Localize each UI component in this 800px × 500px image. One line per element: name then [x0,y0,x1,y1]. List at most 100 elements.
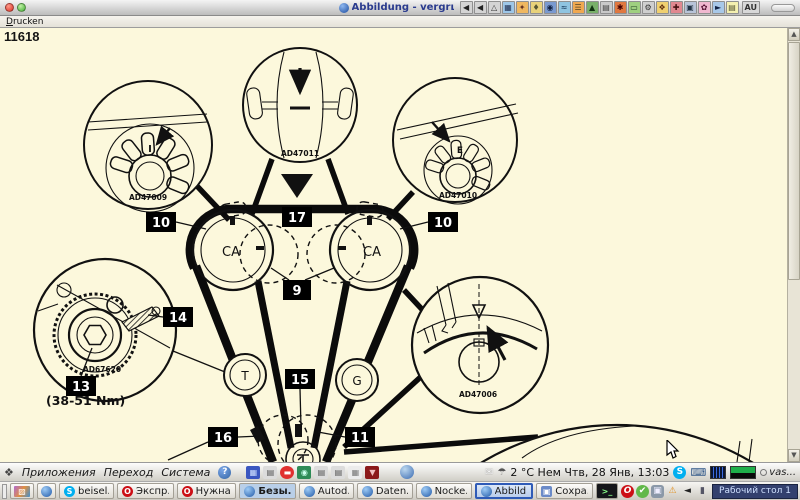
screenshot-launcher-icon[interactable]: ▦ [246,465,261,479]
flame-app-icon[interactable]: ✱ [613,1,627,14]
browser-app-button[interactable] [37,483,56,499]
page-number: 11618 [4,29,40,44]
system-monitor-applet[interactable] [710,465,727,479]
skype-tray-icon[interactable]: S [673,465,687,479]
device-tray-icon[interactable]: ▮ [696,485,709,498]
nav-back-icon[interactable]: ◀ [473,1,487,14]
task-bezy[interactable]: Безы... [239,483,296,499]
vehicle-app-icon[interactable]: ♦ [529,1,543,14]
task-daten[interactable]: Daten... [356,483,413,499]
crank-sprocket [250,414,337,462]
app-icon [338,2,349,13]
fox-app-icon[interactable]: ❖ [655,1,669,14]
printer-launcher-icon[interactable]: ▤ [263,465,278,479]
desktop-screen: Abbildung - vergrцЯеrn ◀◀△▦✦♦◉≈☰▲▤✱▭⚙❖✚▣… [0,0,800,500]
menu-applications[interactable]: Приложения [19,466,99,479]
camera-launcher-icon[interactable]: ◉ [297,465,312,479]
menu-places[interactable]: Переход [101,466,157,479]
screen-app-icon[interactable]: ▭ [627,1,641,14]
car-app-icon[interactable]: ► [711,1,725,14]
close-button[interactable] [5,3,14,12]
gear-app-icon[interactable]: ⚙ [641,1,655,14]
vertical-scrollbar[interactable]: ▲ ▼ [787,28,800,462]
task-nocke[interactable]: Nocke... [415,483,472,499]
task-nuzhna[interactable]: OНужна... [176,483,237,499]
help-icon[interactable]: ? [218,465,232,479]
calculator-launcher-icon[interactable]: ▦ [348,465,363,479]
volume-tray-icon[interactable]: ◄ [681,485,694,498]
scroll-up-button[interactable]: ▲ [788,28,800,41]
user-applet[interactable]: vas... [760,467,796,478]
inset-id: AD47009 [129,193,167,202]
menu-bar: Drucken [0,16,800,28]
globe-launcher-icon[interactable] [400,465,415,479]
au-button[interactable]: AU [741,1,760,14]
task-beisel[interactable]: Sbeisel... [59,483,114,499]
timing-diagram: CA CA I AD47009 AD47011 E AD47010 T G AD… [32,47,754,462]
flower-app-icon[interactable]: ✿ [697,1,711,14]
keyboard-layout-icon[interactable]: ⌨ [690,466,706,479]
notes-app-icon[interactable]: ▤ [725,1,739,14]
svg-text:15: 15 [291,373,309,388]
gnome-menu-icon[interactable]: ❖ [4,466,14,479]
task-expr[interactable]: OЭкспр... [116,483,174,499]
document-area: CA CA I AD47009 AD47011 E AD47010 T G AD… [0,28,787,462]
status-dot-icon [760,468,768,476]
document-app-icon[interactable]: ▤ [599,1,613,14]
task-abbild[interactable]: Abbild... [474,483,534,499]
network-app-icon[interactable]: ▣ [683,1,697,14]
mail-notification-icon[interactable]: ✉ [485,467,493,478]
network-tray-icon[interactable]: ▣ [651,484,665,498]
gnome-panel: ❖ Приложения Переход Система ? ▦ ▤ ▬ ◉ ▤ ▤ ▦ ▼ ✉ … [0,462,800,481]
tensioner-label: T [240,369,249,383]
task-sokhra[interactable]: ▣Сохра... [536,483,594,499]
alignment-triangle [281,174,313,198]
scrollbar-thumb[interactable] [788,42,800,280]
window-icon: ▣ [541,485,553,497]
target-app-icon[interactable]: ✚ [669,1,683,14]
globe-app-icon[interactable]: ◉ [543,1,557,14]
printer2-launcher-icon[interactable]: ▤ [314,465,329,479]
media-icon: ▨ [14,485,30,497]
nav-first-icon[interactable]: ◀ [459,1,473,14]
menu-drucken[interactable]: Drucken [6,17,43,27]
inset-id: AD47006 [459,390,497,399]
window-titlebar: Abbildung - vergrцЯеrn ◀◀△▦✦♦◉≈☰▲▤✱▭⚙❖✚▣… [0,0,800,16]
no-entry-icon[interactable]: ▬ [280,465,295,479]
opera-tray-icon[interactable]: O [621,484,635,498]
warning-tray-icon[interactable]: ⚠ [666,485,679,498]
panel-right-cluster: ✉ ☂ 2 °С Нем Чтв, 28 Янв, 13:03 S ⌨ vas.… [485,465,796,479]
workspace-switcher[interactable]: Рабочий стол 1 [712,483,799,499]
inset-id: AD47011 [281,149,319,158]
window-shade-button[interactable] [771,3,795,12]
media-app-button[interactable]: ▨ [10,483,34,499]
window-app-icon[interactable]: ▦ [501,1,515,14]
network-monitor-applet[interactable] [730,465,757,479]
exhaust-mark: E [457,146,463,156]
scroll-down-button[interactable]: ▼ [788,449,800,462]
printer3-launcher-icon[interactable]: ▤ [331,465,346,479]
firefox-icon [303,485,315,497]
tensioner-pulley: T [223,353,267,397]
warning-icon[interactable]: △ [487,1,501,14]
firefox-icon [361,485,373,497]
svg-text:9: 9 [292,284,301,299]
tools-app-icon[interactable]: ✦ [515,1,529,14]
clock-applet[interactable]: 2 °С Нем Чтв, 28 Янв, 13:03 [510,466,669,479]
panel-menus: Приложения Переход Система [19,466,214,479]
window-list-panel: ▨ Sbeisel... OЭкспр... OНужна... Безы...… [0,481,800,500]
minimize-button[interactable] [17,3,26,12]
tree-app-icon[interactable]: ▲ [585,1,599,14]
update-ready-icon[interactable]: ✔ [636,484,650,498]
task-autod[interactable]: Autod... [298,483,354,499]
svg-text:16: 16 [214,431,232,446]
list-app-icon[interactable]: ☰ [571,1,585,14]
show-desktop-button[interactable] [2,483,7,499]
water-app-icon[interactable]: ≈ [557,1,571,14]
svg-text:17: 17 [288,211,306,226]
terminal-button[interactable]: >_ [596,483,619,499]
menu-system[interactable]: Система [158,466,213,479]
firefox-icon [480,485,492,497]
package-launcher-icon[interactable]: ▼ [365,465,380,479]
svg-text:14: 14 [169,311,187,326]
